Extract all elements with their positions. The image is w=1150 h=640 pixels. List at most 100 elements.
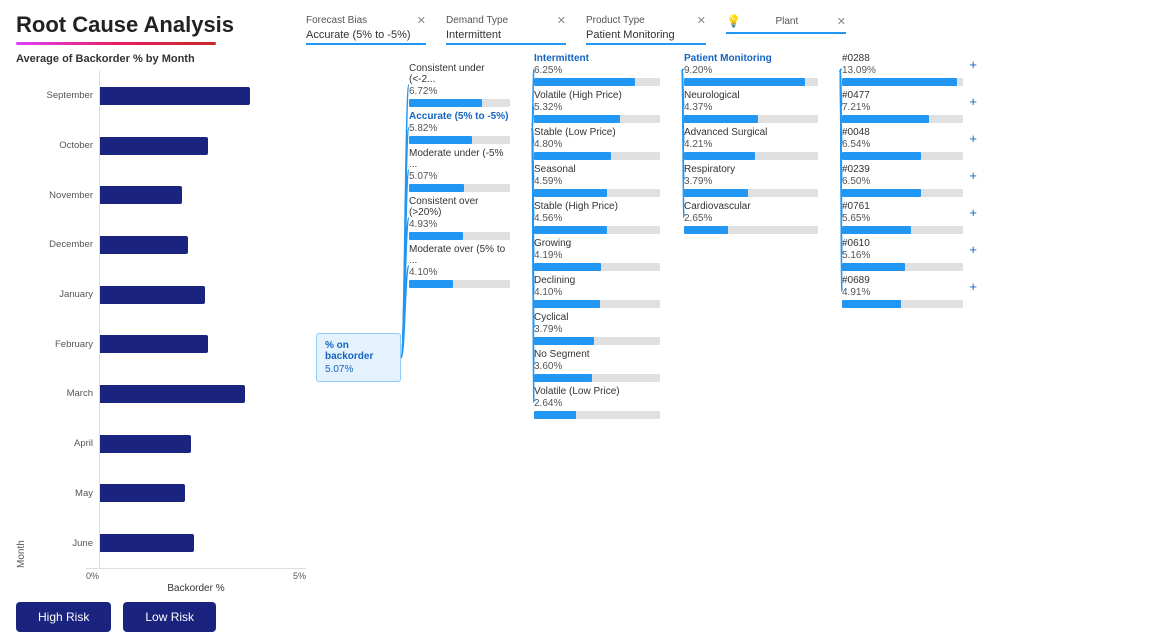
- chart-title: Average of Backorder % by Month: [16, 53, 306, 65]
- item-bar-fill: [842, 263, 905, 271]
- item-bar-container: [534, 189, 660, 197]
- plus-icon[interactable]: +: [969, 131, 977, 146]
- filter-product-type[interactable]: Product Type ✕ Patient Monitoring: [586, 14, 706, 45]
- plus-icon[interactable]: +: [969, 242, 977, 257]
- bar-row: [100, 329, 306, 359]
- breakdown-item[interactable]: Neurological4.37%: [684, 90, 834, 123]
- breakdown-item[interactable]: Growing4.19%: [534, 238, 676, 271]
- filter-value-demand: Intermittent: [446, 29, 566, 41]
- item-label: Moderate under (-5% ...: [409, 148, 510, 170]
- filter-label-demand: Demand Type: [446, 15, 508, 26]
- item-bar-fill: [409, 184, 464, 192]
- item-label: Cardiovascular: [684, 201, 818, 212]
- breakdown-item[interactable]: Cardiovascular2.65%: [684, 201, 834, 234]
- y-label-november: November: [49, 175, 93, 215]
- breakdown-item[interactable]: Stable (Low Price)4.80%: [534, 127, 676, 160]
- bottom-buttons: High Risk Low Risk: [16, 602, 306, 632]
- bar-row: [100, 528, 306, 558]
- breakdown-item[interactable]: Volatile (Low Price)2.64%: [534, 386, 676, 419]
- item-bar-fill: [534, 152, 611, 160]
- item-value: 5.65%: [842, 213, 963, 224]
- breakdown-item[interactable]: Consistent under (<-2...6.72%: [409, 63, 526, 107]
- filter-close-product[interactable]: ✕: [697, 14, 706, 27]
- x-label-0pct: 0%: [86, 571, 99, 581]
- breakdown-item[interactable]: #06894.91%+: [842, 275, 979, 308]
- breakdown-item[interactable]: #07615.65%+: [842, 201, 979, 234]
- item-bar-container: [534, 337, 660, 345]
- title-underline: [16, 42, 216, 45]
- item-bar-container: [842, 263, 963, 271]
- high-risk-button[interactable]: High Risk: [16, 602, 111, 632]
- item-bar-fill: [409, 232, 463, 240]
- item-bar-fill: [842, 115, 929, 123]
- bar-row: [100, 478, 306, 508]
- filter-close-plant[interactable]: ✕: [837, 15, 846, 28]
- filter-close-demand[interactable]: ✕: [557, 14, 566, 27]
- filter-demand-type[interactable]: Demand Type ✕ Intermittent: [446, 14, 566, 45]
- breakdown-item[interactable]: #02396.50%+: [842, 164, 979, 197]
- item-bar-fill: [409, 99, 482, 107]
- root-node[interactable]: % on backorder5.07%: [316, 333, 401, 382]
- item-label: #0477: [842, 90, 963, 101]
- item-value: 4.56%: [534, 213, 660, 224]
- breakdown-item[interactable]: #028813.09%+: [842, 53, 979, 86]
- item-label: Volatile (Low Price): [534, 386, 660, 397]
- y-label-january: January: [59, 275, 93, 315]
- page-title: Root Cause Analysis: [16, 12, 306, 38]
- item-bar-container: [842, 226, 963, 234]
- plus-icon[interactable]: +: [969, 205, 977, 220]
- item-label: Respiratory: [684, 164, 818, 175]
- x-axis-area: 0% 5% Backorder %: [86, 568, 306, 594]
- item-label: No Segment: [534, 349, 660, 360]
- item-value: 5.07%: [409, 171, 510, 182]
- plus-icon[interactable]: +: [969, 57, 977, 72]
- breakdown-item[interactable]: Cyclical3.79%: [534, 312, 676, 345]
- filter-close-forecast[interactable]: ✕: [417, 14, 426, 27]
- breakdown-item[interactable]: Intermittent6.25%: [534, 53, 676, 86]
- bar-fill: [100, 137, 208, 155]
- item-bar-container: [842, 78, 963, 86]
- breakdown-item[interactable]: #00486.54%+: [842, 127, 979, 160]
- breakdown-item[interactable]: Advanced Surgical4.21%: [684, 127, 834, 160]
- item-label: Stable (High Price): [534, 201, 660, 212]
- item-label: Stable (Low Price): [534, 127, 660, 138]
- plus-icon[interactable]: +: [969, 168, 977, 183]
- bar-fill: [100, 236, 188, 254]
- bar-row: [100, 180, 306, 210]
- y-label-march: March: [67, 374, 93, 414]
- breakdown-item[interactable]: Moderate under (-5% ...5.07%: [409, 148, 526, 192]
- item-value: 6.54%: [842, 139, 963, 150]
- root-value: 5.07%: [325, 364, 392, 375]
- breakdown-item[interactable]: Consistent over (>20%)4.93%: [409, 196, 526, 240]
- item-value: 2.64%: [534, 398, 660, 409]
- filter-forecast-bias[interactable]: Forecast Bias ✕ Accurate (5% to -5%): [306, 14, 426, 45]
- item-label: Patient Monitoring: [684, 53, 818, 64]
- item-bar-fill: [842, 152, 921, 160]
- plus-icon[interactable]: +: [969, 94, 977, 109]
- bar-row: [100, 81, 306, 111]
- item-value: 5.32%: [534, 102, 660, 113]
- breakdown-item[interactable]: Volatile (High Price)5.32%: [534, 90, 676, 123]
- root-col: % on backorder5.07%: [316, 53, 401, 632]
- plus-icon[interactable]: +: [969, 279, 977, 294]
- bar-fill: [100, 87, 250, 105]
- item-bar-fill: [534, 78, 635, 86]
- breakdown-item[interactable]: Patient Monitoring9.20%: [684, 53, 834, 86]
- breakdown-item[interactable]: #04777.21%+: [842, 90, 979, 123]
- breakdown-item[interactable]: No Segment3.60%: [534, 349, 676, 382]
- breakdown-item[interactable]: Stable (High Price)4.56%: [534, 201, 676, 234]
- item-bar-container: [842, 115, 963, 123]
- item-value: 4.93%: [409, 219, 510, 230]
- item-bar-fill: [842, 78, 957, 86]
- breakdown-item[interactable]: #06105.16%+: [842, 238, 979, 271]
- item-bar-container: [534, 226, 660, 234]
- breakdown-item[interactable]: Seasonal4.59%: [534, 164, 676, 197]
- low-risk-button[interactable]: Low Risk: [123, 602, 216, 632]
- breakdown-item[interactable]: Accurate (5% to -5%)5.82%: [409, 111, 526, 144]
- breakdown-item[interactable]: Declining4.10%: [534, 275, 676, 308]
- x-label-5pct: 5%: [293, 571, 306, 581]
- breakdown-item[interactable]: Respiratory3.79%: [684, 164, 834, 197]
- product-col: Patient Monitoring9.20% Neurological4.37%…: [676, 53, 834, 632]
- breakdown-item[interactable]: Moderate over (5% to ...4.10%: [409, 244, 526, 288]
- filter-plant[interactable]: 💡 Plant ✕: [726, 14, 846, 34]
